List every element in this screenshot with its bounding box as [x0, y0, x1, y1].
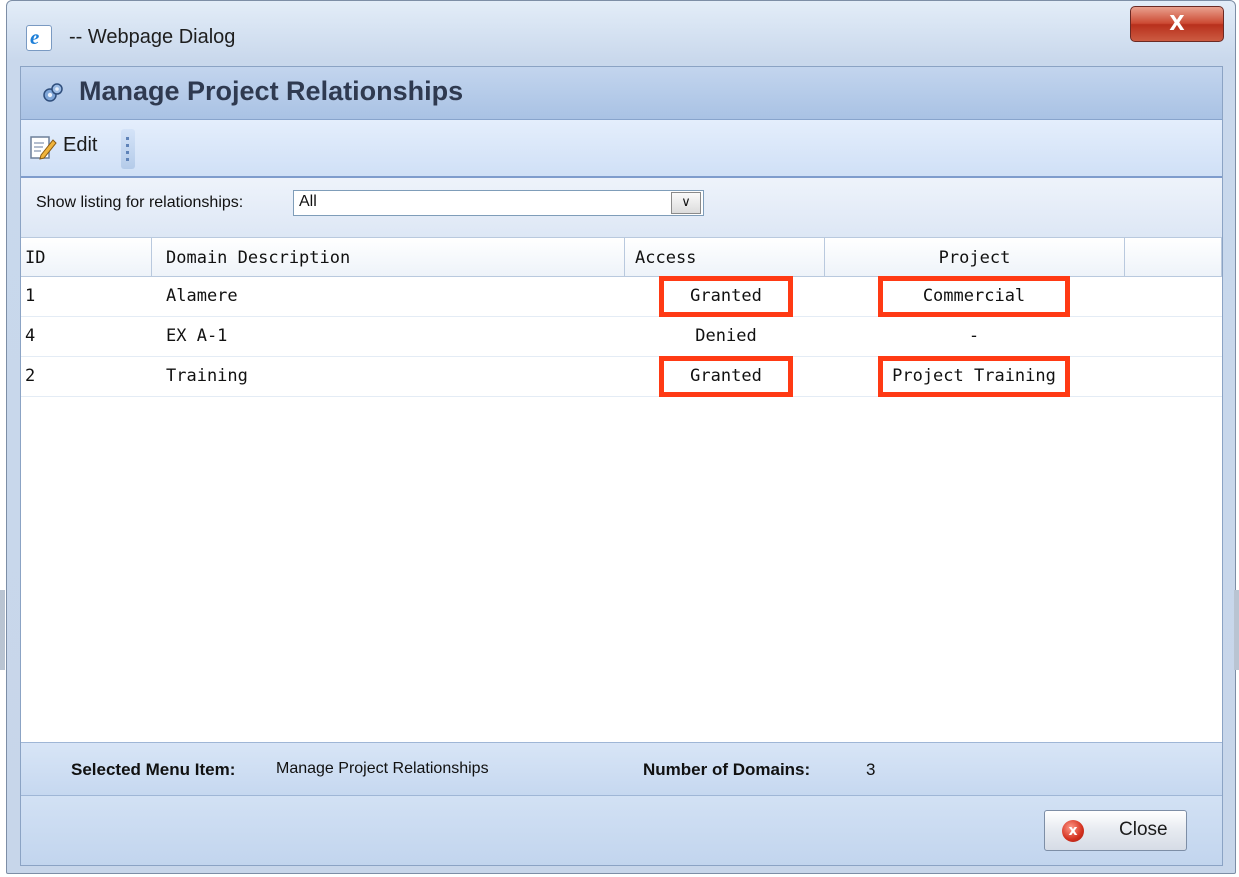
toolbar: Edit — [21, 120, 1222, 178]
cell-id: 2 — [25, 366, 36, 386]
status-bar: Selected Menu Item: Manage Project Relat… — [21, 742, 1222, 796]
page-header: Manage Project Relationships — [21, 67, 1222, 120]
column-header-id[interactable]: ID — [21, 238, 152, 276]
dialog-content: Manage Project Relationships Edit Show l… — [20, 66, 1223, 866]
domain-count-label: Number of Domains: — [643, 760, 811, 779]
column-header-project[interactable]: Project — [825, 238, 1125, 276]
table-row[interactable]: 1 Alamere Granted Commercial — [21, 276, 1222, 317]
column-header-extra — [1125, 238, 1222, 276]
table-row[interactable]: 4 EX A-1 Denied - — [21, 317, 1222, 357]
window-close-button[interactable]: X — [1130, 6, 1224, 42]
toolbar-grip[interactable] — [121, 129, 135, 169]
button-bar: x Close — [21, 796, 1222, 865]
close-icon: x — [1062, 820, 1084, 842]
cell-project: - — [968, 326, 980, 346]
relationship-filter-select[interactable]: All ∨ — [293, 190, 704, 216]
window-title: -- Webpage Dialog — [69, 26, 236, 48]
domain-count-value: 3 — [866, 760, 876, 779]
cell-id: 1 — [25, 286, 36, 306]
page-title: Manage Project Relationships — [79, 76, 464, 106]
column-header-access[interactable]: Access — [625, 238, 825, 276]
cell-id: 4 — [25, 326, 36, 346]
pencil-edit-icon — [30, 136, 57, 160]
filter-bar: Show listing for relationships: All ∨ — [21, 178, 1222, 237]
right-edge-shadow — [1234, 590, 1239, 670]
close-button[interactable]: x Close — [1044, 810, 1187, 851]
selected-menu-value: Manage Project Relationships — [276, 760, 489, 777]
table-header: ID Domain Description Access Project — [21, 237, 1222, 277]
relationships-table: ID Domain Description Access Project 1 A… — [21, 237, 1222, 742]
filter-selected-value: All — [299, 193, 317, 210]
dialog-window: e -- Webpage Dialog X Manage Project Rel… — [6, 0, 1236, 874]
browser-icon: e — [26, 25, 52, 51]
cell-domain: Alamere — [166, 286, 238, 306]
table-row[interactable]: 2 Training Granted Project Training — [21, 356, 1222, 397]
cell-access: Granted — [690, 286, 762, 306]
left-edge-shadow — [0, 590, 5, 670]
close-button-label: Close — [1119, 819, 1168, 840]
edit-button[interactable]: Edit — [27, 129, 115, 165]
project-highlight: Project Training — [878, 356, 1070, 397]
gear-icon — [43, 83, 63, 102]
cell-access: Denied — [695, 326, 757, 346]
cell-access: Granted — [690, 366, 762, 386]
cell-domain: EX A-1 — [166, 326, 228, 346]
cell-domain: Training — [166, 366, 248, 386]
access-highlight: Granted — [659, 356, 793, 397]
project-highlight: Commercial — [878, 276, 1070, 317]
selected-menu-label: Selected Menu Item: — [71, 760, 236, 779]
title-bar: e -- Webpage Dialog X — [7, 1, 1235, 63]
chevron-down-icon[interactable]: ∨ — [671, 192, 701, 214]
cell-project: Commercial — [922, 286, 1026, 306]
filter-label: Show listing for relationships: — [36, 194, 244, 211]
column-header-domain[interactable]: Domain Description — [152, 238, 625, 276]
access-highlight: Granted — [659, 276, 793, 317]
edit-button-label: Edit — [63, 134, 98, 156]
cell-project: Project Training — [892, 366, 1056, 386]
